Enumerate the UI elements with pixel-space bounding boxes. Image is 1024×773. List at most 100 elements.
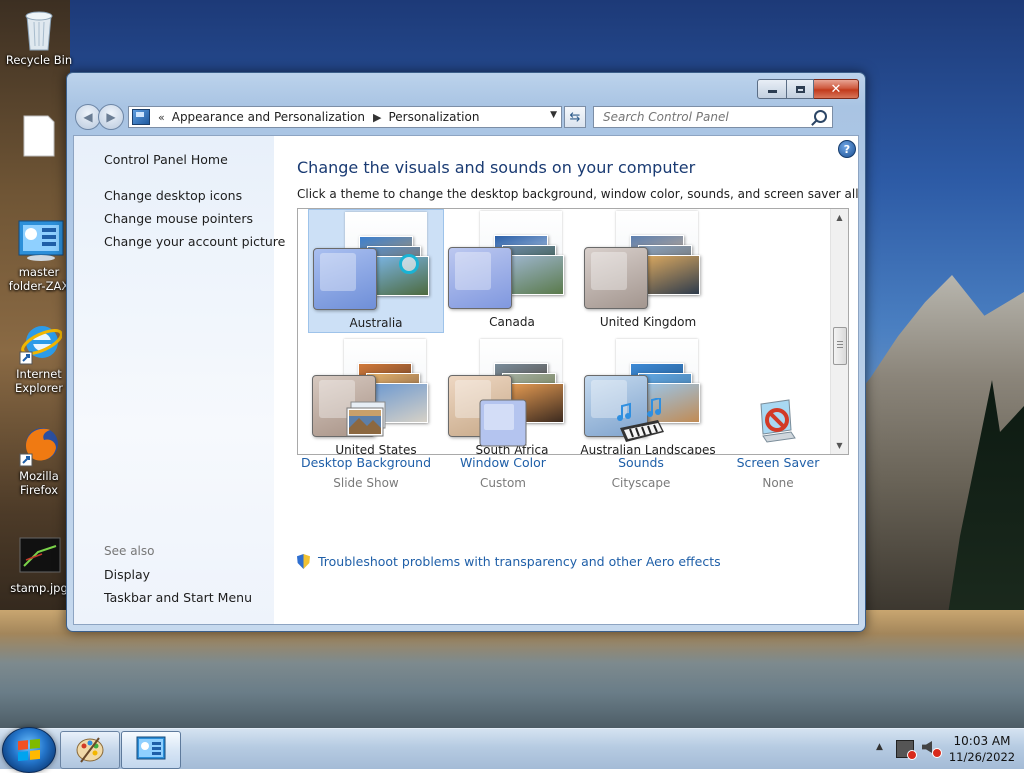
option-value: Slide Show <box>333 476 399 490</box>
close-icon: ✕ <box>830 81 842 97</box>
option-title: Desktop Background <box>300 455 432 470</box>
search-icon[interactable] <box>814 110 827 123</box>
desktop-icon-label: Mozilla Firefox <box>19 469 59 497</box>
navigation-bar: ◀ ▶ « Appearance and Personalization ▶ P… <box>75 104 859 130</box>
firefox-icon <box>18 424 60 467</box>
main-pane: ? Change the visuals and sounds on your … <box>274 136 858 624</box>
desktop-background-icon <box>341 398 391 448</box>
personalization-window: ✕ ◀ ▶ « Appearance and Personalization ▶… <box>66 72 866 632</box>
page-title: Change the visuals and sounds on your co… <box>297 158 696 177</box>
theme-label: Australia <box>349 316 403 330</box>
desktop-icon-recycle-bin[interactable]: Recycle Bin <box>3 8 75 67</box>
desktop-icon-label: Recycle Bin <box>5 53 73 67</box>
change-mouse-pointers-link[interactable]: Change mouse pointers <box>104 211 253 226</box>
clock-time[interactable]: 10:03 AM <box>942 734 1022 748</box>
theme-color-swatch <box>584 247 648 309</box>
breadcrumb-personalization[interactable]: Personalization <box>388 110 479 124</box>
minimize-icon <box>767 90 777 93</box>
windows-logo-icon <box>18 738 40 762</box>
maximize-button[interactable] <box>787 79 814 99</box>
taskbar-paint-button[interactable] <box>60 731 120 769</box>
paint-palette-icon <box>76 737 104 763</box>
taskbar-control-panel-button[interactable] <box>121 731 181 769</box>
caption-buttons: ✕ <box>757 79 859 99</box>
forward-button[interactable]: ▶ <box>98 104 124 130</box>
option-value: Cityscape <box>611 476 671 490</box>
left-pane: Control Panel Home Change desktop icons … <box>74 136 285 624</box>
theme-australia[interactable]: Australia <box>308 209 444 333</box>
desktop-icon-label: stamp.jpg <box>10 581 68 595</box>
recycle-bin-icon <box>18 8 60 51</box>
theme-image <box>510 255 564 295</box>
sounds-icon <box>616 396 666 448</box>
volume-mute-icon <box>932 748 942 758</box>
page-subtitle: Click a theme to change the desktop back… <box>297 187 859 201</box>
minimize-button[interactable] <box>757 79 787 99</box>
maximize-icon <box>795 85 805 93</box>
address-bar[interactable]: « Appearance and Personalization ▶ Perso… <box>128 106 562 128</box>
shield-icon <box>297 554 310 569</box>
theme-color-swatch <box>448 247 512 309</box>
clock-date[interactable]: 11/26/2022 <box>942 750 1022 764</box>
see-also-heading: See also <box>104 544 155 558</box>
window-color-option[interactable]: Window Color Custom <box>433 398 573 490</box>
close-button[interactable]: ✕ <box>814 79 859 99</box>
search-input[interactable] <box>601 109 805 125</box>
control-panel-shortcut-icon <box>18 220 64 262</box>
desktop-background-option[interactable]: Desktop Background Slide Show <box>296 398 436 490</box>
change-account-picture-link[interactable]: Change your account picture <box>104 234 285 249</box>
desktop-icon-internet-explorer[interactable]: Internet Explorer <box>3 322 75 395</box>
taskbar-start-menu-link[interactable]: Taskbar and Start Menu <box>104 590 252 605</box>
back-arrow-icon: ◀ <box>83 110 93 124</box>
breadcrumb-chevron-icon[interactable]: ▶ <box>373 111 381 124</box>
loading-ring-icon <box>399 254 419 274</box>
sounds-option[interactable]: Sounds Cityscape <box>571 396 711 490</box>
start-button[interactable] <box>2 727 56 773</box>
desktop-icon-stamp-jpg[interactable]: stamp.jpg <box>3 536 75 595</box>
option-title: Screen Saver <box>736 455 820 470</box>
theme-label: United Kingdom <box>599 315 697 329</box>
refresh-button[interactable]: ⇆ <box>564 106 586 128</box>
display-link[interactable]: Display <box>104 567 150 582</box>
breadcrumb-overflow[interactable]: « <box>158 111 165 124</box>
control-panel-taskbar-icon <box>136 736 166 760</box>
desktop-icon-mozilla-firefox[interactable]: Mozilla Firefox <box>3 424 75 497</box>
screen-saver-icon <box>753 398 803 448</box>
option-value: Custom <box>480 476 526 490</box>
desktop-icon-label: master folder-ZAX <box>8 265 70 293</box>
scroll-up-arrow-icon[interactable]: ▲ <box>831 209 848 226</box>
content-frame: Control Panel Home Change desktop icons … <box>73 135 859 625</box>
refresh-icon: ⇆ <box>569 109 581 125</box>
troubleshoot-row[interactable]: Troubleshoot problems with transparency … <box>297 554 721 569</box>
option-value: None <box>762 476 794 490</box>
screen-saver-option[interactable]: Screen Saver None <box>708 398 848 490</box>
change-desktop-icons-link[interactable]: Change desktop icons <box>104 188 242 203</box>
option-title: Window Color <box>460 455 546 470</box>
system-tray: ▲ 10:03 AM 11/26/2022 <box>864 729 1024 769</box>
desktop-icon-label: Internet Explorer <box>15 367 63 395</box>
forward-arrow-icon: ▶ <box>106 110 116 124</box>
window-color-icon <box>478 398 528 448</box>
desktop-icon-blank-file[interactable] <box>3 114 75 159</box>
taskbar: ▲ 10:03 AM 11/26/2022 <box>0 727 1024 773</box>
breadcrumb-appearance[interactable]: Appearance and Personalization <box>172 110 365 124</box>
address-dropdown-icon[interactable]: ▼ <box>550 110 557 120</box>
desktop-icon-master-folder[interactable]: master folder-ZAX <box>3 220 75 293</box>
internet-explorer-icon <box>18 322 63 365</box>
theme-image <box>646 255 700 295</box>
troubleshoot-link[interactable]: Troubleshoot problems with transparency … <box>318 554 721 569</box>
show-hidden-icons-icon[interactable]: ▲ <box>876 742 883 752</box>
image-file-icon <box>18 536 61 578</box>
scrollbar-thumb[interactable] <box>833 327 847 365</box>
theme-united-kingdom[interactable]: United Kingdom <box>580 209 716 333</box>
theme-label: Canada <box>489 315 535 329</box>
search-box[interactable] <box>593 106 833 128</box>
control-panel-icon <box>132 109 150 125</box>
control-panel-home-link[interactable]: Control Panel Home <box>104 152 228 167</box>
network-icon[interactable] <box>896 740 917 760</box>
option-title: Sounds <box>618 455 664 470</box>
volume-icon[interactable] <box>922 741 932 753</box>
theme-canada[interactable]: Canada <box>444 209 580 333</box>
blank-file-icon <box>18 114 60 157</box>
help-icon[interactable]: ? <box>838 140 856 158</box>
